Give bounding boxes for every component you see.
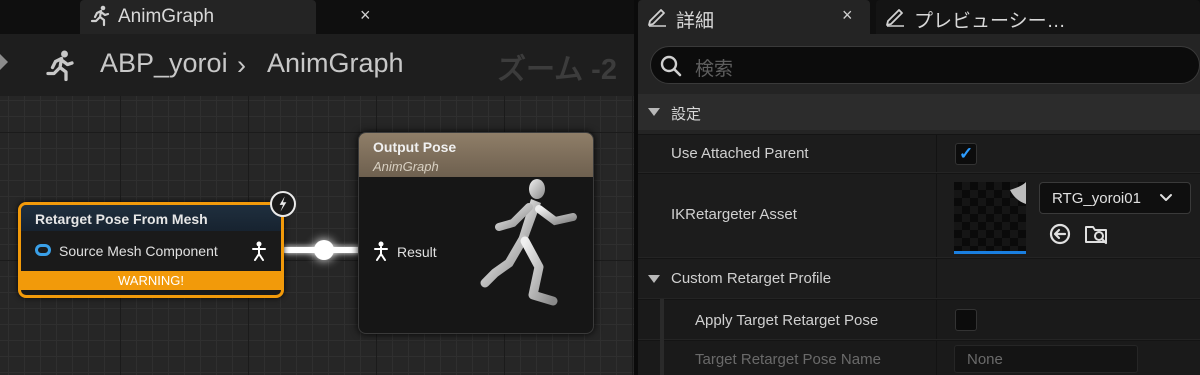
property-row-target-retarget-pose-name: Target Retarget Pose Name None: [638, 340, 1200, 375]
use-selected-asset-icon[interactable]: [1048, 222, 1072, 246]
column-splitter[interactable]: [936, 341, 937, 375]
output-pose-node[interactable]: Output Pose AnimGraph Result: [358, 132, 594, 334]
property-row-ikretargeter-asset: IKRetargeter Asset RTG_yoroi01: [638, 173, 1200, 257]
target-retarget-pose-name-field[interactable]: None: [954, 345, 1138, 373]
tab-animgraph-label: AnimGraph: [118, 6, 215, 27]
node-title: Output Pose: [373, 139, 457, 155]
caret-down-icon: [648, 275, 660, 283]
section-header-settings[interactable]: 設定: [638, 94, 1200, 130]
column-splitter[interactable]: [936, 259, 937, 298]
close-icon[interactable]: ×: [360, 5, 371, 26]
property-label: IKRetargeter Asset: [671, 206, 797, 223]
property-group-custom-retarget-profile[interactable]: Custom Retarget Profile: [638, 258, 1200, 298]
indent-guide: [660, 299, 664, 375]
pencil-icon: [886, 9, 904, 27]
column-splitter[interactable]: [936, 300, 937, 339]
tab-preview-scene[interactable]: プレビューシー…: [876, 0, 1200, 34]
node-header: Retarget Pose From Mesh: [21, 205, 281, 231]
property-label: Apply Target Retarget Pose: [695, 312, 879, 329]
retarget-pose-from-mesh-node[interactable]: Retarget Pose From Mesh Source Mesh Comp…: [18, 202, 284, 298]
node-title: Retarget Pose From Mesh: [35, 211, 208, 227]
asset-thumbnail[interactable]: [954, 182, 1026, 254]
tab-preview-scene-label: プレビューシー…: [914, 11, 1066, 32]
property-label: Target Retarget Pose Name: [695, 351, 881, 368]
graph-editor-panel: AnimGraph × ABP_yoroi › AnimGraph ズーム -2…: [0, 0, 634, 375]
column-splitter[interactable]: [936, 135, 937, 172]
search-input[interactable]: 検索: [650, 46, 1200, 84]
pose-pin-icon[interactable]: [251, 241, 267, 261]
page-curl-icon: [1010, 182, 1026, 204]
use-attached-parent-checkbox[interactable]: ✓: [955, 143, 977, 165]
lightning-icon: [270, 191, 296, 217]
breadcrumb-separator: ›: [237, 50, 246, 80]
result-pin-label: Result: [397, 244, 437, 260]
anim-blueprint-editor: AnimGraph × ABP_yoroi › AnimGraph ズーム -2…: [0, 0, 1200, 375]
pose-pin-icon[interactable]: [373, 241, 389, 261]
node-header: Output Pose AnimGraph: [359, 133, 593, 177]
breadcrumb-root[interactable]: ABP_yoroi: [100, 48, 228, 79]
breadcrumb: ABP_yoroi › AnimGraph ズーム -2: [0, 34, 634, 96]
column-splitter[interactable]: [936, 174, 937, 257]
section-title: 設定: [671, 106, 702, 123]
details-panel: 詳細 × プレビューシー… 検索 設定 Use Attached Parent …: [638, 0, 1200, 375]
source-mesh-pin-label: Source Mesh Component: [59, 243, 218, 259]
asset-picker-dropdown[interactable]: RTG_yoroi01: [1039, 182, 1191, 214]
object-pin-icon[interactable]: [35, 244, 51, 256]
field-value: None: [967, 351, 1003, 368]
chevron-down-icon: [1160, 194, 1172, 201]
tab-animgraph[interactable]: AnimGraph ×: [80, 0, 371, 34]
graph-tab-bar: AnimGraph ×: [0, 0, 634, 34]
mannequin-icon: [480, 179, 577, 306]
caret-down-icon: [648, 108, 660, 116]
search-icon: [660, 55, 682, 77]
details-tab-bar: 詳細 × プレビューシー…: [638, 0, 1200, 34]
breadcrumb-current[interactable]: AnimGraph: [267, 48, 404, 79]
back-arrow-icon[interactable]: [0, 54, 8, 70]
wire-knot[interactable]: [314, 240, 334, 260]
running-man-icon: [90, 5, 110, 27]
warning-bar: WARNING!: [21, 271, 281, 290]
pencil-icon: [648, 9, 666, 27]
search-placeholder: 検索: [695, 59, 734, 80]
apply-target-retarget-pose-checkbox[interactable]: [955, 309, 977, 331]
running-man-icon: [46, 50, 74, 82]
asset-picker-value: RTG_yoroi01: [1052, 190, 1141, 207]
property-row-use-attached-parent: Use Attached Parent ✓: [638, 134, 1200, 172]
tab-details[interactable]: 詳細 ×: [638, 0, 870, 34]
tab-details-label: 詳細: [676, 11, 715, 32]
zoom-level: ズーム -2: [497, 54, 617, 86]
property-label: Use Attached Parent: [671, 145, 809, 162]
browse-folder-icon[interactable]: [1084, 222, 1110, 246]
close-icon[interactable]: ×: [842, 5, 853, 26]
property-row-apply-target-retarget-pose: Apply Target Retarget Pose: [638, 299, 1200, 339]
node-subtitle: AnimGraph: [373, 159, 439, 174]
property-group-label: Custom Retarget Profile: [671, 270, 832, 287]
checkmark-icon: ✓: [959, 144, 974, 163]
